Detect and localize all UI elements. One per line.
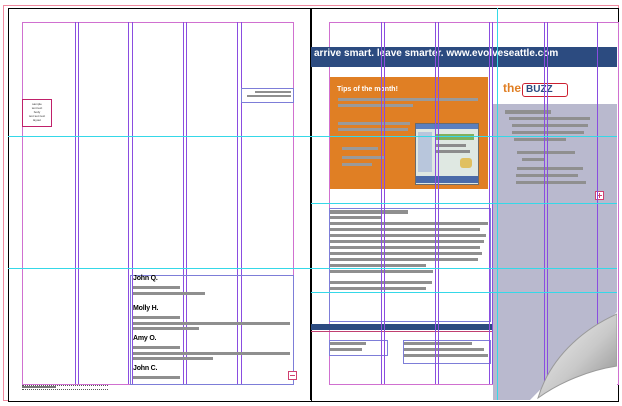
buzz-logo-prefix: the	[503, 81, 521, 95]
placeholder-text-line	[133, 346, 180, 349]
person-name: John Q.	[133, 275, 158, 282]
column-guide	[75, 22, 76, 384]
placeholder-text-line	[133, 357, 213, 360]
placeholder-text-line	[338, 122, 410, 125]
placeholder-text-line	[342, 156, 384, 159]
tips-panel[interactable]: Tips of the month!	[330, 77, 488, 189]
placeholder-text-line	[514, 138, 566, 141]
placeholder-text-line	[512, 131, 584, 134]
placeholder-text-line	[338, 104, 413, 107]
placeholder-text-line	[404, 354, 488, 357]
placeholder-text-line	[133, 376, 180, 379]
person-name: Amy O.	[133, 335, 157, 342]
tips-title: Tips of the month!	[337, 86, 398, 93]
horizontal-guide	[8, 268, 617, 269]
placeholder-text-line	[133, 292, 205, 295]
person-name: John C.	[133, 365, 158, 372]
banner-text: arrive smart. leave smarter. www.evolves…	[314, 48, 559, 59]
placeholder-text-line	[330, 342, 366, 345]
footer-placeholder-line	[22, 386, 56, 388]
placeholder-text-line	[516, 181, 586, 184]
column-guide	[128, 22, 129, 384]
placeholder-text-line	[338, 128, 408, 131]
column-guide	[78, 22, 79, 384]
placeholder-text-line	[338, 98, 478, 101]
divider-bar	[311, 324, 493, 330]
placeholder-text-line	[330, 246, 480, 249]
placeholder-text-line	[133, 322, 290, 325]
placeholder-text-line	[330, 264, 426, 267]
placeholder-text-line	[133, 327, 199, 330]
placeholder-text-line	[509, 117, 590, 120]
placeholder-text-line	[330, 240, 484, 243]
placeholder-text-line	[517, 167, 583, 170]
placeholder-text-line	[522, 158, 544, 161]
placeholder-text-line	[330, 258, 478, 261]
placeholder-text-line	[330, 210, 408, 214]
placeholder-text-line	[330, 252, 482, 255]
person-name: Molly H.	[133, 305, 159, 312]
placeholder-text-line	[330, 287, 426, 290]
horizontal-guide	[8, 136, 617, 137]
placeholder-text-line	[133, 316, 180, 319]
small-text-line: layout	[32, 118, 41, 122]
placeholder-text-line	[330, 222, 488, 225]
placeholder-text-line	[342, 147, 378, 150]
placeholder-text-line	[517, 151, 575, 154]
placeholder-text-line	[330, 234, 486, 237]
divider-accent	[311, 331, 493, 332]
overset-text-icon[interactable]	[288, 371, 297, 380]
small-text-frame[interactable]: sample text text body text text text lay…	[22, 99, 52, 127]
vertical-guide	[497, 8, 498, 400]
placeholder-text-line	[330, 348, 362, 351]
placeholder-text-line	[133, 352, 290, 355]
screenshot-thumbnail[interactable]	[415, 123, 479, 185]
placeholder-text-line	[133, 286, 180, 289]
header-banner[interactable]: arrive smart. leave smarter. www.evolves…	[311, 47, 617, 67]
buzz-logo: the BUZZ	[503, 79, 568, 97]
placeholder-text-line	[342, 163, 372, 166]
placeholder-text-line	[247, 95, 291, 97]
placeholder-text-line	[330, 228, 480, 231]
placeholder-text-line	[512, 124, 588, 127]
placeholder-text-line	[404, 348, 484, 351]
horizontal-guide	[311, 203, 617, 204]
page-curl-icon	[530, 312, 618, 400]
footer-dotted-line	[22, 389, 108, 390]
horizontal-guide	[311, 292, 617, 293]
placeholder-text-line	[330, 216, 382, 219]
placeholder-text-line	[255, 91, 291, 93]
